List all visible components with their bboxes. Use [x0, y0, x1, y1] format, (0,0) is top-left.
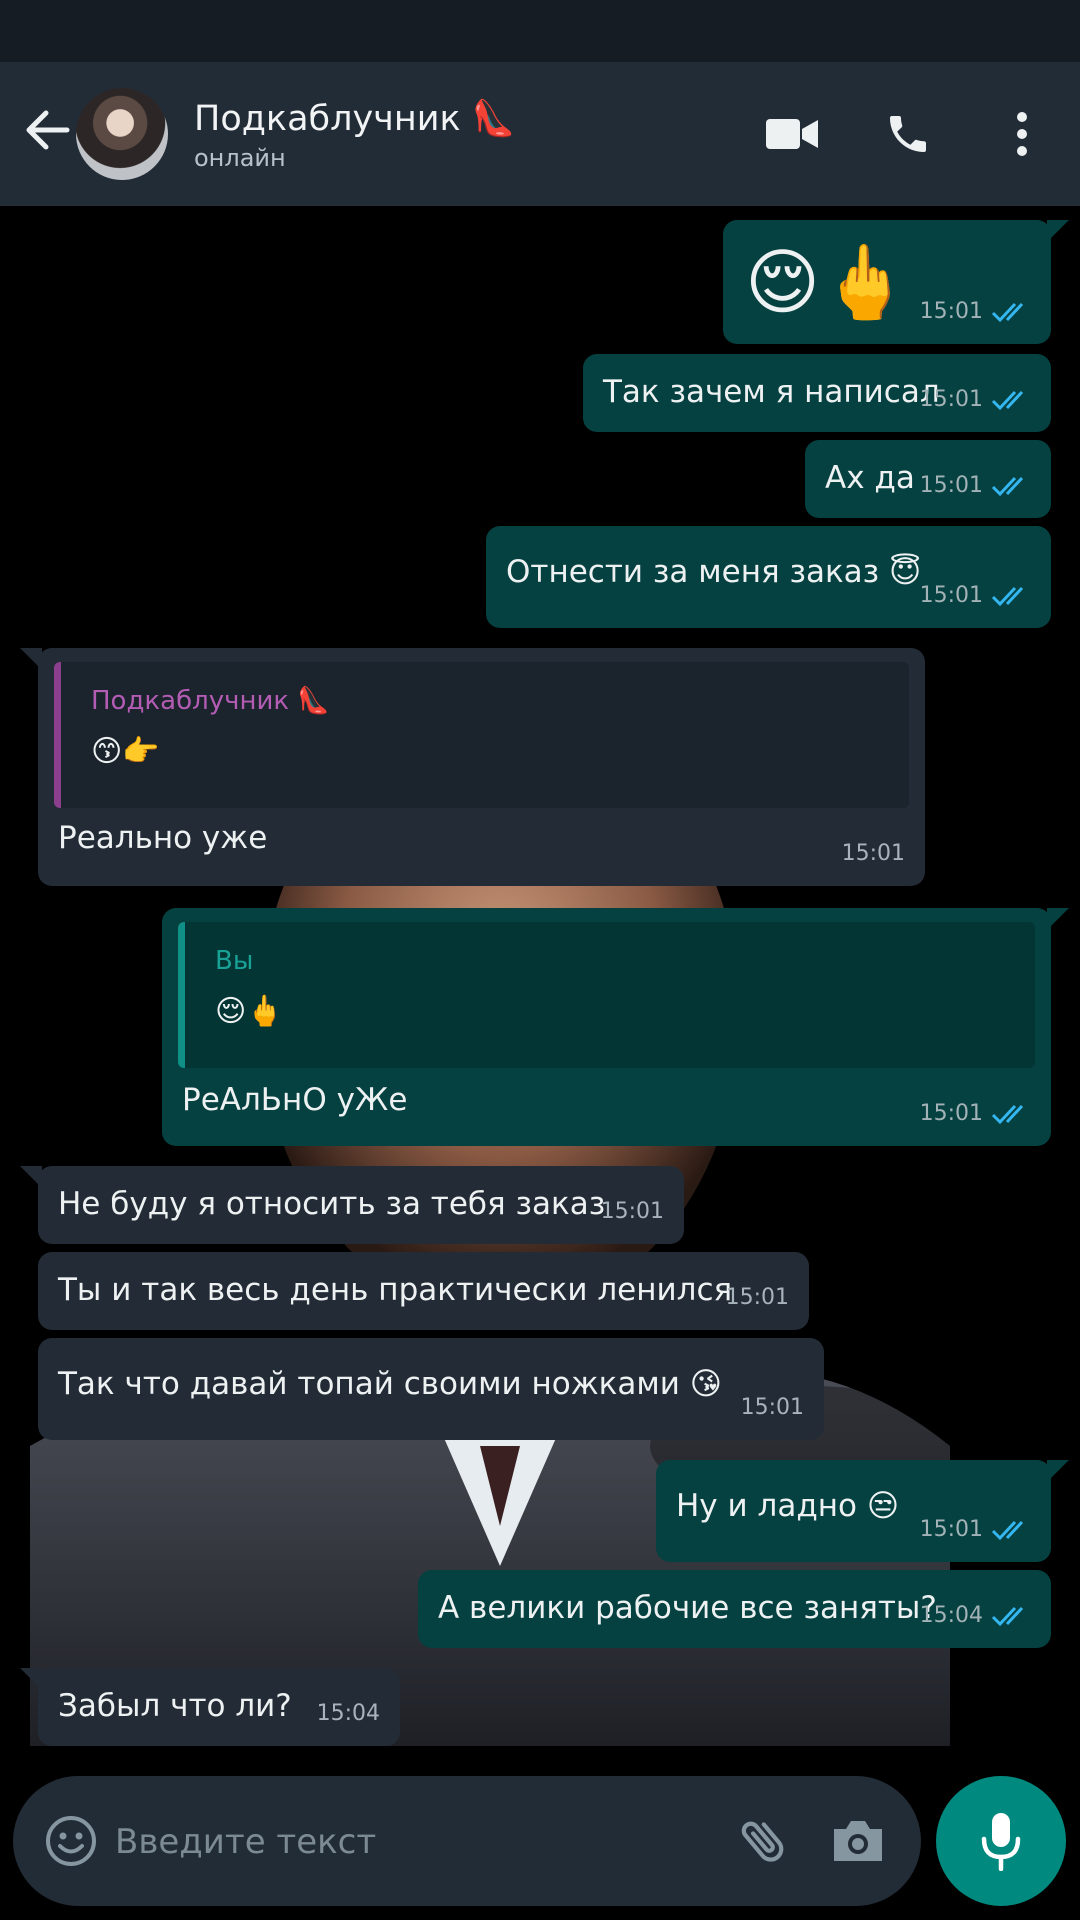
message-text: РеАлЬнО уЖе — [182, 1082, 408, 1118]
paperclip-icon[interactable] — [729, 1806, 799, 1876]
outgoing-message[interactable]: Ах да 15:01 — [805, 440, 1051, 518]
outgoing-message[interactable]: А велики рабочие все заняты? 15:04 — [418, 1570, 1051, 1648]
outgoing-message[interactable]: Ну и ладно 😒 15:01 — [656, 1460, 1069, 1562]
incoming-message[interactable]: Так что давай топай своими ножками 😘 15:… — [38, 1338, 824, 1440]
microphone-icon[interactable] — [936, 1776, 1066, 1906]
message-text: Ах да — [825, 460, 915, 496]
more-options-icon[interactable] — [986, 98, 1058, 170]
quote-text: 😌🖕 — [215, 994, 284, 1029]
message-time: 15:01 — [740, 1395, 804, 1420]
camera-icon[interactable] — [823, 1806, 893, 1876]
message-time: 15:01 — [919, 299, 983, 324]
message-composer — [13, 1776, 921, 1906]
message-text: Ну и ладно 😒 — [676, 1488, 900, 1524]
message-text: Ты и так весь день практически ленился — [58, 1272, 733, 1308]
contact-name[interactable]: Подкаблучник 👠 — [194, 98, 515, 139]
read-ticks-icon — [991, 1104, 1024, 1125]
message-text: Так зачем я написал — [603, 374, 940, 410]
back-arrow-icon[interactable] — [14, 97, 80, 163]
read-ticks-icon — [991, 1606, 1024, 1627]
message-text: Реально уже — [58, 820, 268, 856]
incoming-message[interactable]: Не буду я относить за тебя заказ 15:01 — [20, 1166, 684, 1244]
quoted-message[interactable]: Подкаблучник 👠 😙👉 — [54, 662, 909, 808]
message-time: 15:01 — [919, 387, 983, 412]
read-ticks-icon — [991, 390, 1024, 411]
chat-header: Подкаблучник 👠 онлайн — [0, 62, 1080, 206]
outgoing-message[interactable]: 😌🖕 15:01 — [723, 220, 1069, 344]
message-time: 15:01 — [725, 1285, 789, 1310]
quote-text: 😙👉 — [91, 734, 160, 769]
read-ticks-icon — [991, 586, 1024, 607]
message-text: Забыл что ли? — [58, 1688, 292, 1724]
incoming-message[interactable]: Подкаблучник 👠 😙👉 Реально уже 15:01 — [20, 648, 925, 886]
message-text: А велики рабочие все заняты? — [438, 1590, 937, 1626]
message-time: 15:01 — [919, 1517, 983, 1542]
read-ticks-icon — [991, 476, 1024, 497]
emoji-icon[interactable] — [39, 1809, 103, 1873]
phone-call-icon[interactable] — [872, 98, 944, 170]
message-text: 😌🖕 — [745, 240, 910, 324]
status-bar — [0, 0, 1080, 62]
read-ticks-icon — [991, 302, 1024, 323]
contact-status: онлайн — [194, 144, 286, 172]
quote-author: Подкаблучник 👠 — [91, 686, 330, 716]
message-text: Так что давай топай своими ножками 😘 — [58, 1366, 723, 1402]
quote-author: Вы — [215, 946, 254, 976]
incoming-message[interactable]: Ты и так весь день практически ленился 1… — [38, 1252, 809, 1330]
quoted-message[interactable]: Вы 😌🖕 — [178, 922, 1035, 1068]
message-list[interactable]: 😌🖕 15:01 Так зачем я написал 15:01 Ах да… — [0, 206, 1080, 1776]
outgoing-message[interactable]: Так зачем я написал 15:01 — [583, 354, 1051, 432]
message-time: 15:01 — [841, 841, 905, 866]
outgoing-message[interactable]: Вы 😌🖕 РеАлЬнО уЖе 15:01 — [162, 908, 1069, 1146]
message-text: Не буду я относить за тебя заказ — [58, 1186, 606, 1222]
contact-avatar[interactable] — [76, 88, 168, 180]
message-time: 15:04 — [316, 1701, 380, 1726]
message-time: 15:01 — [919, 1101, 983, 1126]
message-time: 15:01 — [600, 1199, 664, 1224]
video-call-icon[interactable] — [756, 98, 828, 170]
read-ticks-icon — [991, 1520, 1024, 1541]
message-input[interactable] — [113, 1806, 697, 1878]
incoming-message[interactable]: Забыл что ли? 15:04 — [20, 1668, 400, 1746]
message-time: 15:01 — [919, 583, 983, 608]
message-time: 15:01 — [919, 473, 983, 498]
message-time: 15:04 — [919, 1603, 983, 1628]
message-text: Отнести за меня заказ 😇 — [506, 554, 922, 590]
outgoing-message[interactable]: Отнести за меня заказ 😇 15:01 — [486, 526, 1051, 628]
